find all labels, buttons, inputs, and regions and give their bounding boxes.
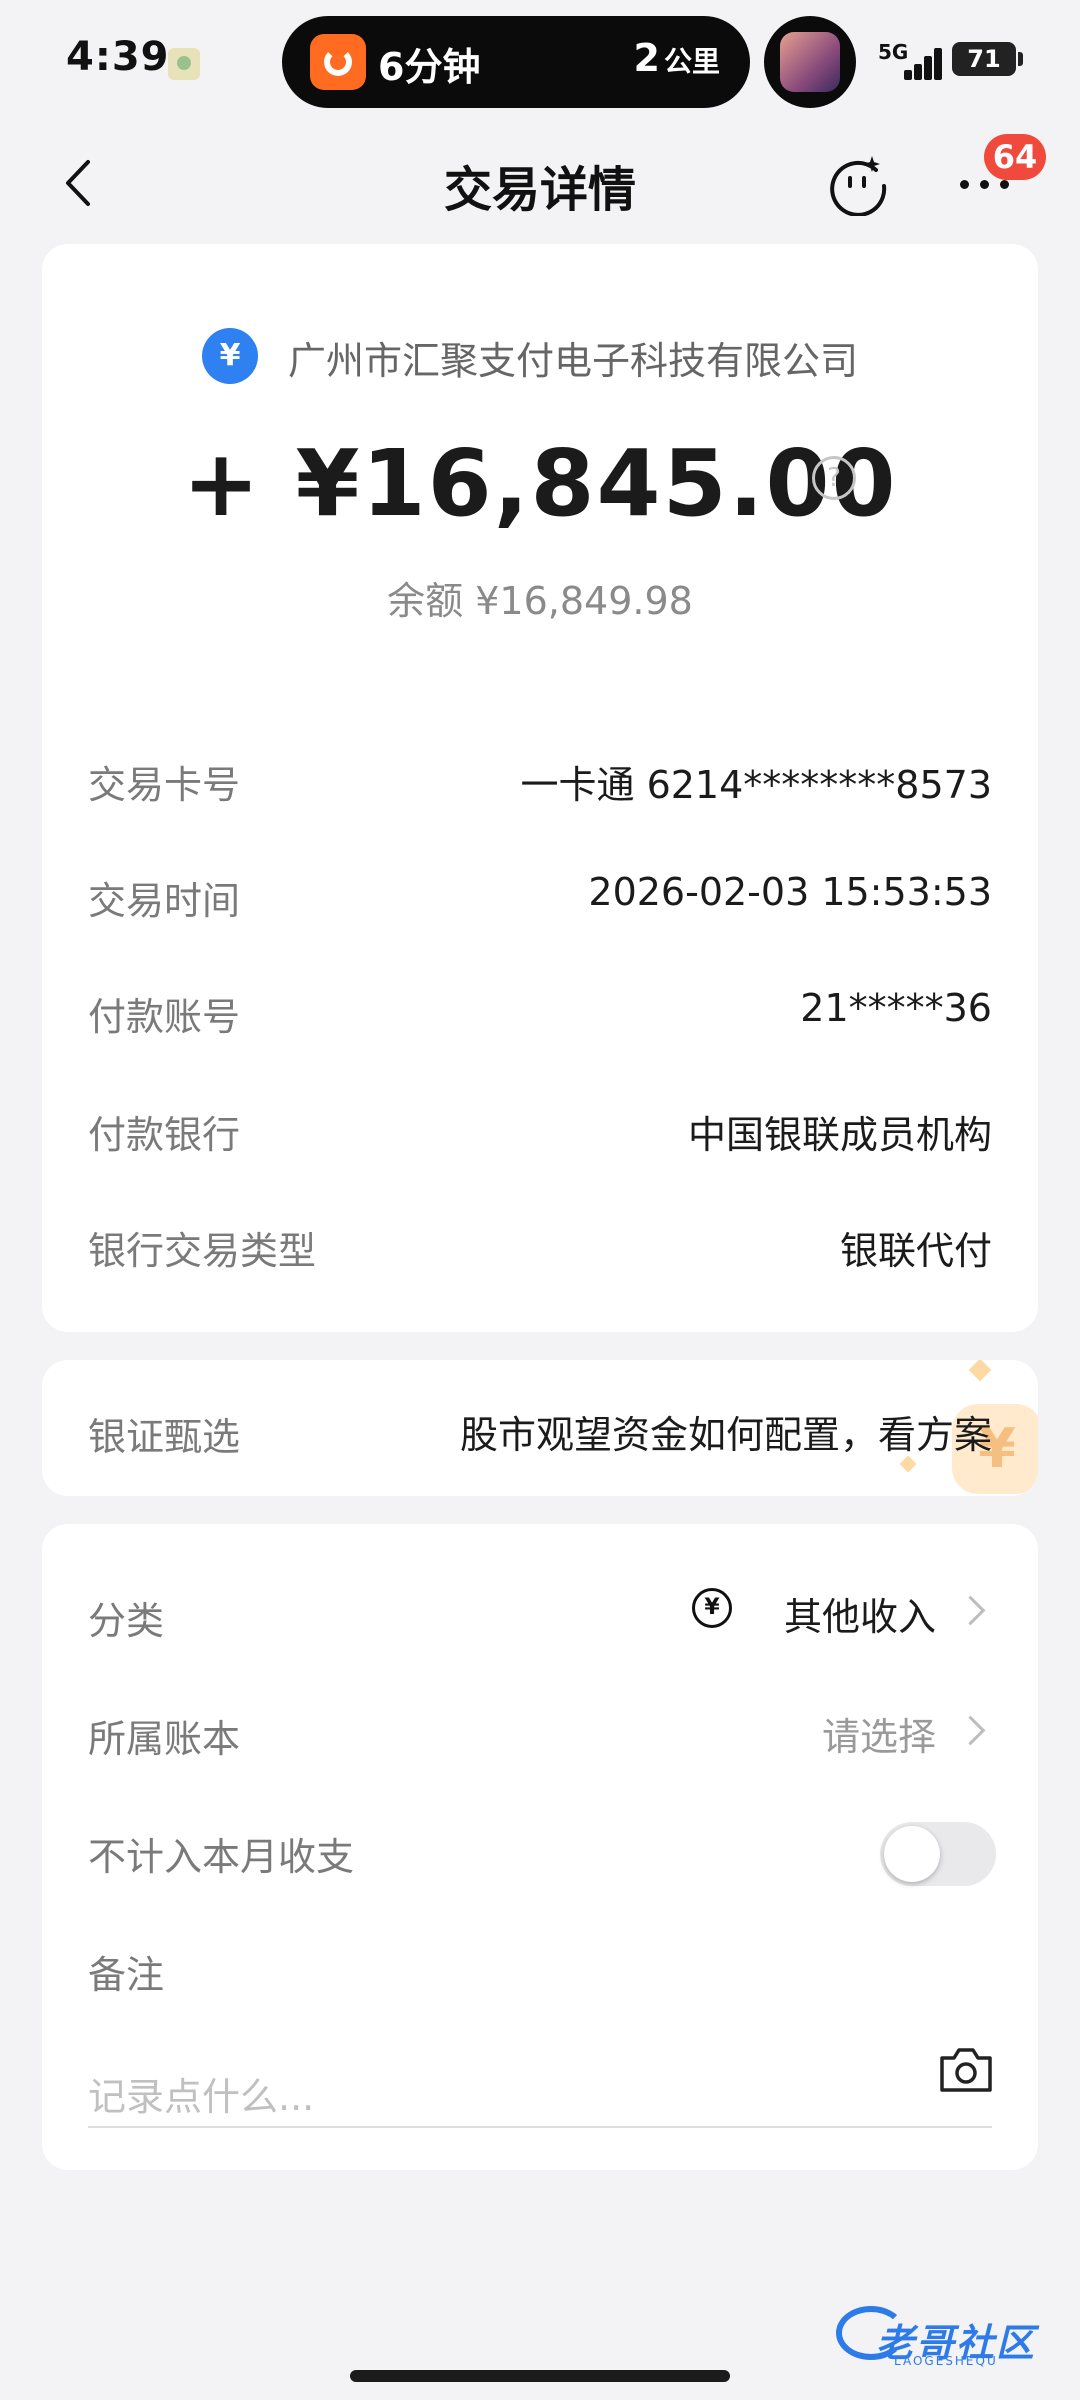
avatar-image — [780, 32, 840, 92]
promo-label: 银证甄选 — [88, 1415, 241, 1459]
notification-app-icon — [168, 48, 200, 80]
watermark-logo: 老哥社区 LAOGESHEQU — [836, 2298, 1062, 2368]
ledger-label: 所属账本 — [88, 1717, 241, 1761]
exclude-monthly-toggle[interactable] — [880, 1822, 996, 1886]
note-label: 备注 — [88, 1953, 165, 1997]
ride-distance-unit: 公里 — [663, 45, 720, 78]
chevron-right-icon[interactable] — [955, 1595, 986, 1626]
note-underline — [88, 2126, 992, 2128]
signal-icon — [900, 40, 948, 80]
chevron-right-icon[interactable] — [955, 1715, 986, 1746]
ride-eta: 6分钟 — [378, 45, 481, 89]
status-time: 4:39 — [66, 34, 170, 80]
help-icon[interactable]: ? — [812, 456, 856, 500]
didi-icon — [310, 34, 366, 90]
assistant-smile-icon[interactable] — [826, 152, 890, 216]
account-balance: 余额 ¥16,849.98 — [387, 579, 693, 623]
exclude-monthly-label: 不计入本月收支 — [88, 1835, 355, 1879]
ledger-value[interactable]: 请选择 — [822, 1706, 936, 1761]
ride-distance-value: 2 — [633, 36, 660, 80]
transaction-amount: + ¥16,845.00 — [182, 430, 898, 537]
home-indicator[interactable] — [350, 2370, 730, 2382]
row-payer-account-label: 付款账号 — [88, 995, 241, 1039]
row-payer-bank-value: 中国银联成员机构 — [687, 1113, 992, 1157]
merchant-name: 广州市汇聚支付电子科技有限公司 — [288, 339, 859, 383]
dynamic-island-ride-status[interactable]: 6分钟 2 公里 — [282, 16, 750, 108]
note-input[interactable] — [88, 2062, 908, 2132]
live-activity-avatar[interactable] — [764, 16, 856, 108]
settings-card: 分类 ¥ 其他收入 所属账本 请选择 不计入本月收支 备注 — [42, 1524, 1038, 2170]
row-payer-bank-label: 付款银行 — [88, 1113, 241, 1157]
transaction-card: ¥ 广州市汇聚支付电子科技有限公司 + ¥16,845.00 ? 余额 ¥16,… — [42, 244, 1038, 1332]
row-card-number-label: 交易卡号 — [88, 763, 241, 807]
sparkle-icon — [968, 1360, 992, 1382]
battery-icon: 71 — [952, 42, 1016, 76]
toggle-knob — [884, 1826, 940, 1882]
row-transaction-type-label: 银行交易类型 — [88, 1229, 317, 1273]
status-bar: 4:39 6分钟 2 公里 5G 71 — [0, 0, 1080, 125]
notification-badge: 64 — [984, 134, 1046, 180]
category-value[interactable]: 其他收入 — [784, 1586, 936, 1641]
money-bag-icon: ¥ — [202, 328, 258, 384]
camera-icon[interactable] — [938, 2044, 994, 2094]
row-transaction-type-value: 银联代付 — [839, 1229, 992, 1273]
battery-tip — [1018, 52, 1023, 66]
row-card-number-value: 一卡通 6214********8573 — [520, 763, 993, 807]
watermark-subtext: LAOGESHEQU — [894, 2354, 998, 2368]
ride-distance: 2 公里 — [634, 36, 720, 80]
promo-text[interactable]: 股市观望资金如何配置，看方案 — [460, 1404, 992, 1459]
promo-card[interactable]: 银证甄选 ¥ 股市观望资金如何配置，看方案 — [42, 1360, 1038, 1496]
category-label: 分类 — [88, 1599, 165, 1643]
row-time-label: 交易时间 — [88, 879, 241, 923]
row-payer-account-value: 21*****36 — [800, 986, 992, 1030]
row-time-value: 2026-02-03 15:53:53 — [588, 870, 992, 914]
category-yuan-icon: ¥ — [692, 1588, 732, 1628]
page-title: 交易详情 — [443, 162, 636, 218]
